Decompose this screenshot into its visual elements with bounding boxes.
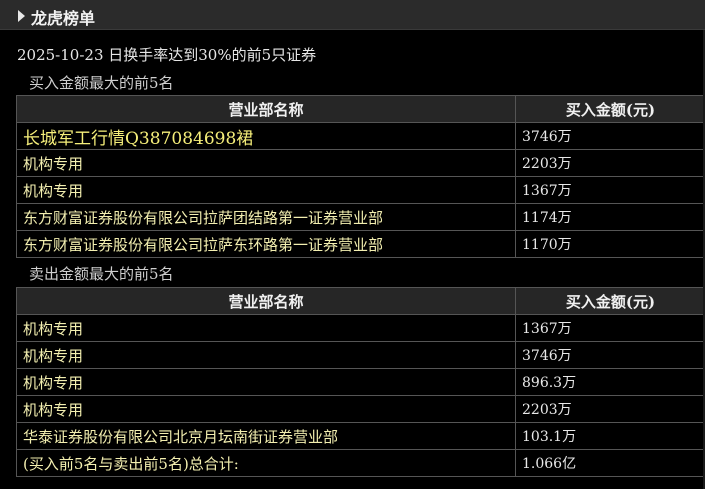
collapse-triangle-icon[interactable] <box>18 10 25 22</box>
sell-table-header: 营业部名称 买入金额(元) <box>16 287 705 315</box>
table-row[interactable]: 机构专用 3746万 <box>16 341 705 369</box>
table-row[interactable]: 机构专用 1367万 <box>16 314 705 342</box>
branch-name: 华泰证券股份有限公司北京月坛南街证券营业部 <box>16 422 516 450</box>
sell-section-title: 卖出金额最大的前5名 <box>29 265 174 283</box>
panel-header[interactable]: 龙虎榜单 <box>0 0 705 30</box>
table-row[interactable]: 华泰证券股份有限公司北京月坛南街证券营业部 103.1万 <box>16 422 705 450</box>
column-header-branch: 营业部名称 <box>16 287 516 315</box>
amount-value: 1367万 <box>515 176 705 204</box>
amount-value: 1174万 <box>515 203 705 231</box>
amount-value: 2203万 <box>515 149 705 177</box>
branch-name: 东方财富证券股份有限公司拉萨东环路第一证券营业部 <box>16 230 516 258</box>
total-value: 1.066亿 <box>515 449 705 477</box>
branch-name: 机构专用 <box>16 368 516 396</box>
branch-name: 机构专用 <box>16 176 516 204</box>
amount-value: 2203万 <box>515 395 705 423</box>
table-row[interactable]: 东方财富证券股份有限公司拉萨东环路第一证券营业部 1170万 <box>16 230 705 258</box>
column-header-branch: 营业部名称 <box>16 95 516 123</box>
date-line: 2025-10-23 日换手率达到30%的前5只证券 <box>17 46 317 64</box>
amount-value: 1367万 <box>515 314 705 342</box>
branch-name: 机构专用 <box>16 149 516 177</box>
buy-table: 营业部名称 买入金额(元) 长城军工行情Q387084698裙 3746万 机构… <box>16 95 705 258</box>
branch-name: 机构专用 <box>16 314 516 342</box>
branch-name: 长城军工行情Q387084698裙 <box>16 122 516 150</box>
buy-table-header: 营业部名称 买入金额(元) <box>16 95 705 123</box>
table-row[interactable]: 机构专用 2203万 <box>16 149 705 177</box>
sell-table: 营业部名称 买入金额(元) 机构专用 1367万 机构专用 3746万 机构专用… <box>16 287 705 477</box>
table-row[interactable]: 东方财富证券股份有限公司拉萨团结路第一证券营业部 1174万 <box>16 203 705 231</box>
buy-section-title: 买入金额最大的前5名 <box>29 74 174 92</box>
panel-title: 龙虎榜单 <box>31 9 96 28</box>
total-row: (买入前5名与卖出前5名)总合计: 1.066亿 <box>16 449 705 477</box>
amount-value: 103.1万 <box>515 422 705 450</box>
table-row[interactable]: 长城军工行情Q387084698裙 3746万 <box>16 122 705 150</box>
table-row[interactable]: 机构专用 1367万 <box>16 176 705 204</box>
column-header-amount: 买入金额(元) <box>515 287 705 315</box>
amount-value: 896.3万 <box>515 368 705 396</box>
amount-value: 3746万 <box>515 341 705 369</box>
column-header-amount: 买入金额(元) <box>515 95 705 123</box>
table-row[interactable]: 机构专用 2203万 <box>16 395 705 423</box>
table-row[interactable]: 机构专用 896.3万 <box>16 368 705 396</box>
branch-name: 机构专用 <box>16 395 516 423</box>
branch-name: 东方财富证券股份有限公司拉萨团结路第一证券营业部 <box>16 203 516 231</box>
branch-name: 机构专用 <box>16 341 516 369</box>
amount-value: 1170万 <box>515 230 705 258</box>
amount-value: 3746万 <box>515 122 705 150</box>
total-label: (买入前5名与卖出前5名)总合计: <box>16 449 516 477</box>
